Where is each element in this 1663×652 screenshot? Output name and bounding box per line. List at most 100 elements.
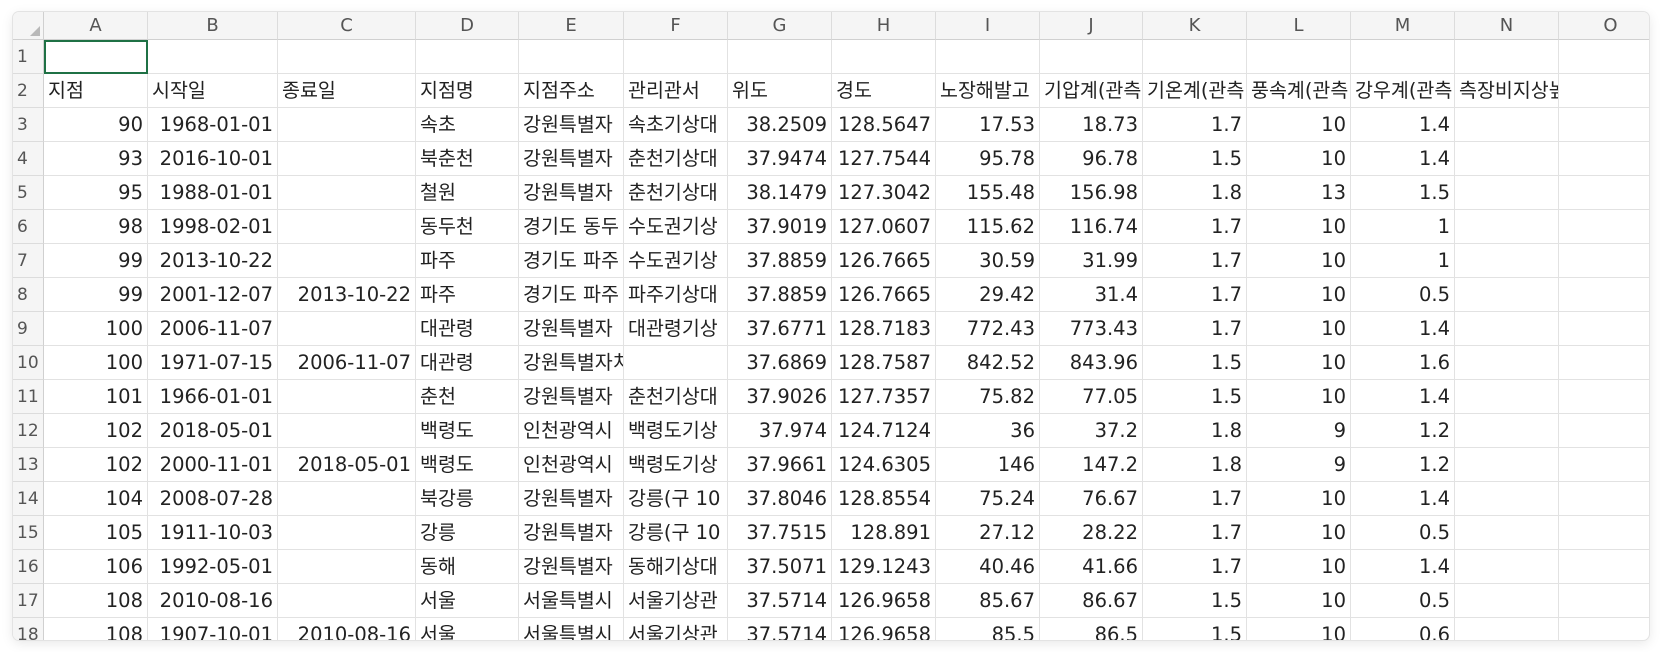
cell-l8[interactable]: 10: [1247, 278, 1351, 312]
cell-a12[interactable]: 102: [44, 414, 148, 448]
cell-m17[interactable]: 0.5: [1351, 584, 1455, 618]
cell-c9[interactable]: [278, 312, 416, 346]
cell-n2[interactable]: 측장비지상높이(m)): [1455, 74, 1559, 108]
cell-c18[interactable]: 2010-08-16: [278, 618, 416, 640]
cell-l2[interactable]: 풍속계(관측: [1247, 74, 1351, 108]
cell-m10[interactable]: 1.6: [1351, 346, 1455, 380]
cell-i1[interactable]: [936, 40, 1040, 74]
cell-c12[interactable]: [278, 414, 416, 448]
cell-f2[interactable]: 관리관서: [624, 74, 728, 108]
cell-f13[interactable]: 백령도기상: [624, 448, 728, 482]
cell-j8[interactable]: 31.4: [1040, 278, 1143, 312]
cell-c5[interactable]: [278, 176, 416, 210]
cell-a11[interactable]: 101: [44, 380, 148, 414]
cell-a1[interactable]: [44, 40, 148, 74]
cell-g16[interactable]: 37.5071: [728, 550, 832, 584]
cell-h12[interactable]: 124.7124: [832, 414, 936, 448]
cell-n14[interactable]: [1455, 482, 1559, 516]
cell-c13[interactable]: 2018-05-01: [278, 448, 416, 482]
row-header-6[interactable]: 6: [13, 210, 44, 244]
cell-m4[interactable]: 1.4: [1351, 142, 1455, 176]
cell-a9[interactable]: 100: [44, 312, 148, 346]
cell-d14[interactable]: 북강릉: [416, 482, 519, 516]
row-header-2[interactable]: 2: [13, 74, 44, 108]
cell-f11[interactable]: 춘천기상대: [624, 380, 728, 414]
cell-b10[interactable]: 1971-07-15: [148, 346, 278, 380]
cell-i2[interactable]: 노장해발고: [936, 74, 1040, 108]
row-header-12[interactable]: 12: [13, 414, 44, 448]
cell-h15[interactable]: 128.891: [832, 516, 936, 550]
cell-i16[interactable]: 40.46: [936, 550, 1040, 584]
cell-g3[interactable]: 38.2509: [728, 108, 832, 142]
cell-j4[interactable]: 96.78: [1040, 142, 1143, 176]
cell-f12[interactable]: 백령도기상: [624, 414, 728, 448]
cell-k1[interactable]: [1143, 40, 1247, 74]
cell-l14[interactable]: 10: [1247, 482, 1351, 516]
cell-n13[interactable]: [1455, 448, 1559, 482]
row-header-3[interactable]: 3: [13, 108, 44, 142]
select-all-corner[interactable]: [13, 12, 44, 40]
row-header-13[interactable]: 13: [13, 448, 44, 482]
cell-m2[interactable]: 강우계(관측: [1351, 74, 1455, 108]
cell-n11[interactable]: [1455, 380, 1559, 414]
cell-n6[interactable]: [1455, 210, 1559, 244]
column-header-j[interactable]: J: [1040, 12, 1143, 40]
cell-m11[interactable]: 1.4: [1351, 380, 1455, 414]
cell-o13[interactable]: [1559, 448, 1649, 482]
cell-h7[interactable]: 126.7665: [832, 244, 936, 278]
cell-f18[interactable]: 서울기상관: [624, 618, 728, 640]
cell-c6[interactable]: [278, 210, 416, 244]
cell-m16[interactable]: 1.4: [1351, 550, 1455, 584]
row-header-10[interactable]: 10: [13, 346, 44, 380]
cell-o14[interactable]: [1559, 482, 1649, 516]
cell-b8[interactable]: 2001-12-07: [148, 278, 278, 312]
cell-g15[interactable]: 37.7515: [728, 516, 832, 550]
cell-a4[interactable]: 93: [44, 142, 148, 176]
cell-e16[interactable]: 강원특별자: [519, 550, 624, 584]
cell-b16[interactable]: 1992-05-01: [148, 550, 278, 584]
cell-k5[interactable]: 1.8: [1143, 176, 1247, 210]
cell-h5[interactable]: 127.3042: [832, 176, 936, 210]
row-header-4[interactable]: 4: [13, 142, 44, 176]
cell-d15[interactable]: 강릉: [416, 516, 519, 550]
cell-c11[interactable]: [278, 380, 416, 414]
cell-c8[interactable]: 2013-10-22: [278, 278, 416, 312]
cell-i14[interactable]: 75.24: [936, 482, 1040, 516]
cell-h10[interactable]: 128.7587: [832, 346, 936, 380]
cell-a17[interactable]: 108: [44, 584, 148, 618]
cell-a8[interactable]: 99: [44, 278, 148, 312]
cell-m7[interactable]: 1: [1351, 244, 1455, 278]
column-header-m[interactable]: M: [1351, 12, 1455, 40]
cell-e5[interactable]: 강원특별자: [519, 176, 624, 210]
cell-c2[interactable]: 종료일: [278, 74, 416, 108]
cell-e12[interactable]: 인천광역시: [519, 414, 624, 448]
cell-o2[interactable]: [1559, 74, 1649, 108]
cell-g12[interactable]: 37.974: [728, 414, 832, 448]
column-header-k[interactable]: K: [1143, 12, 1247, 40]
cell-a7[interactable]: 99: [44, 244, 148, 278]
row-header-17[interactable]: 17: [13, 584, 44, 618]
cell-h13[interactable]: 124.6305: [832, 448, 936, 482]
cell-i4[interactable]: 95.78: [936, 142, 1040, 176]
cell-g14[interactable]: 37.8046: [728, 482, 832, 516]
cell-m18[interactable]: 0.6: [1351, 618, 1455, 640]
cell-b18[interactable]: 1907-10-01: [148, 618, 278, 640]
cell-n7[interactable]: [1455, 244, 1559, 278]
cell-k7[interactable]: 1.7: [1143, 244, 1247, 278]
cell-h4[interactable]: 127.7544: [832, 142, 936, 176]
cell-b5[interactable]: 1988-01-01: [148, 176, 278, 210]
column-header-f[interactable]: F: [624, 12, 728, 40]
cell-c17[interactable]: [278, 584, 416, 618]
cell-i5[interactable]: 155.48: [936, 176, 1040, 210]
cell-c7[interactable]: [278, 244, 416, 278]
cell-j18[interactable]: 86.5: [1040, 618, 1143, 640]
cell-h17[interactable]: 126.9658: [832, 584, 936, 618]
cell-n4[interactable]: [1455, 142, 1559, 176]
cell-n17[interactable]: [1455, 584, 1559, 618]
cell-i17[interactable]: 85.67: [936, 584, 1040, 618]
row-header-14[interactable]: 14: [13, 482, 44, 516]
row-header-18[interactable]: 18: [13, 618, 44, 640]
cell-a13[interactable]: 102: [44, 448, 148, 482]
column-header-a[interactable]: A: [44, 12, 148, 40]
cell-i7[interactable]: 30.59: [936, 244, 1040, 278]
